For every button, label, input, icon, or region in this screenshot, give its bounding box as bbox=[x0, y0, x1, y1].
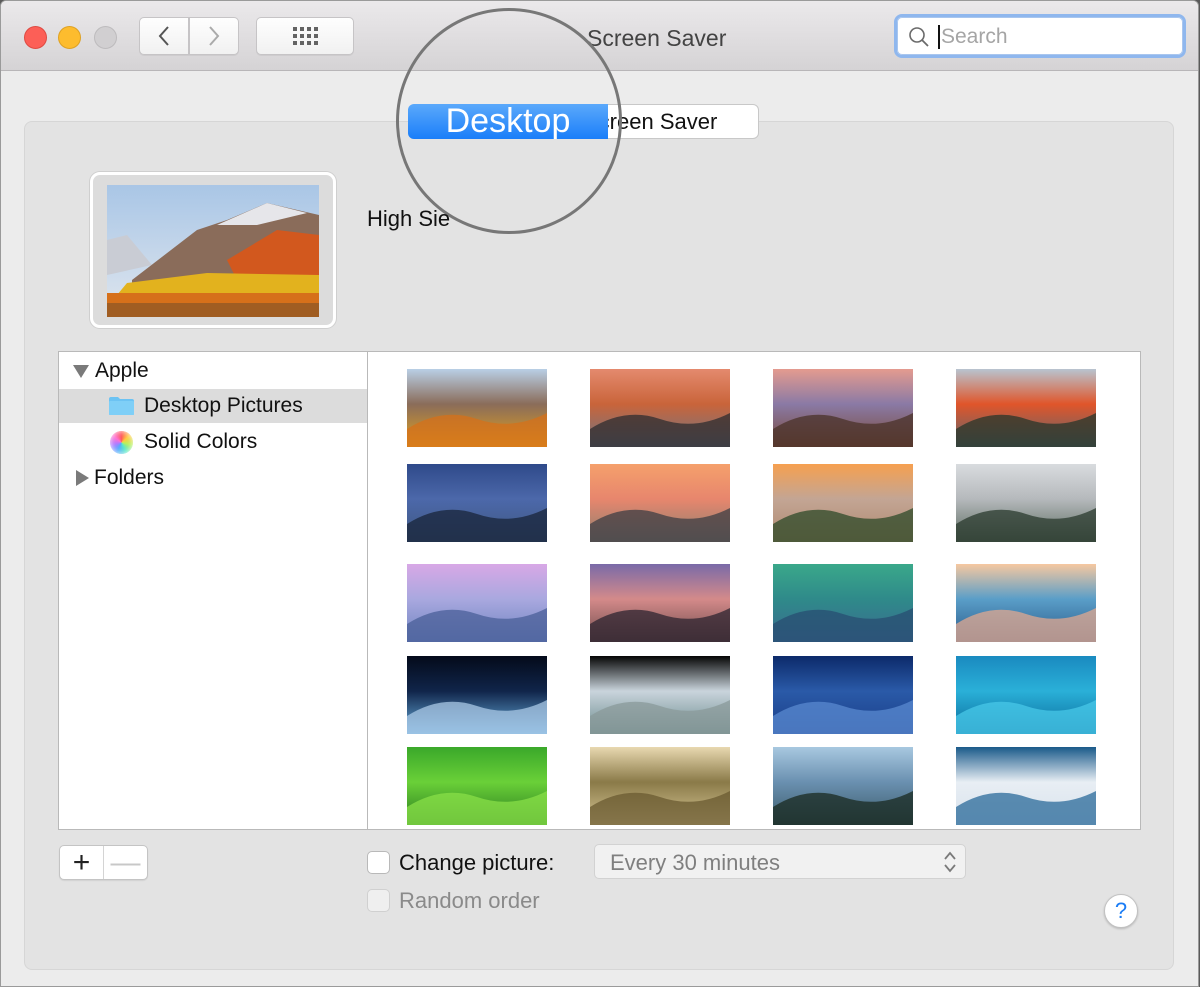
wallpaper-thumbnail[interactable]: Yosemite Sunset bbox=[590, 464, 730, 542]
add-folder-button[interactable]: + bbox=[60, 846, 104, 879]
search-input[interactable] bbox=[941, 21, 1171, 53]
sidebar-item-apple[interactable]: Apple bbox=[59, 354, 367, 388]
window-title: Screen Saver bbox=[587, 25, 727, 51]
forward-button[interactable] bbox=[189, 17, 239, 55]
show-all-button[interactable] bbox=[256, 17, 354, 55]
wallpaper-thumbnail[interactable]: Yosemite Fog bbox=[956, 464, 1096, 542]
wallpaper-name: High Sie bbox=[367, 206, 451, 231]
zoom-button bbox=[94, 26, 117, 49]
help-button[interactable]: ? bbox=[1104, 894, 1138, 928]
wallpaper-grid: High Sierra Sierra Sierra 2 El Capitan Yosem… bbox=[367, 351, 1141, 830]
sidebar-item-folders[interactable]: Folders bbox=[59, 461, 367, 495]
grid-icon bbox=[292, 27, 318, 45]
wallpaper-thumbnail[interactable]: Yosemite Lake bbox=[590, 564, 730, 642]
tab-control: Desktop Screen Saver bbox=[408, 102, 759, 140]
wallpaper-thumbnail[interactable]: Misty Hills bbox=[773, 747, 913, 825]
wallpaper-thumbnail[interactable]: Sierra bbox=[590, 369, 730, 447]
wallpaper-thumbnail[interactable]: Lagoon bbox=[956, 656, 1096, 734]
up-down-arrows-icon bbox=[944, 851, 956, 873]
interval-value: Every 30 minutes bbox=[610, 850, 780, 875]
source-list: Apple Desktop Pictures Solid Colors Fold… bbox=[58, 351, 368, 830]
wallpaper-thumbnail[interactable]: Rice Fields bbox=[407, 747, 547, 825]
add-remove-control: + — bbox=[59, 845, 148, 880]
wallpaper-thumbnail[interactable]: Earth Orbit bbox=[590, 656, 730, 734]
system-preferences-window: Screen Saver Desktop Screen Saver bbox=[0, 0, 1199, 987]
change-picture-checkbox[interactable] bbox=[367, 851, 390, 874]
current-wallpaper-preview bbox=[90, 172, 336, 328]
disclosure-collapsed-icon[interactable] bbox=[76, 470, 89, 486]
wallpaper-thumbnail[interactable]: El Capitan bbox=[956, 369, 1096, 447]
sidebar-item-label: Apple bbox=[95, 359, 149, 382]
sidebar-item-desktop-pictures[interactable]: Desktop Pictures bbox=[59, 389, 367, 423]
wallpaper-thumbnail[interactable]: Galaxy bbox=[773, 656, 913, 734]
tab-screen-saver-label: Screen Saver bbox=[608, 108, 718, 134]
preview-image bbox=[107, 185, 319, 317]
random-order-label: Random order bbox=[399, 888, 540, 913]
color-wheel-icon bbox=[110, 430, 133, 454]
sidebar-item-label: Folders bbox=[94, 466, 165, 489]
back-button[interactable] bbox=[139, 17, 189, 55]
random-order-checkbox[interactable] bbox=[367, 889, 390, 912]
remove-folder-button[interactable]: — bbox=[104, 846, 147, 879]
chevron-left-icon bbox=[158, 26, 169, 46]
wallpaper-thumbnail[interactable]: Yosemite Night bbox=[407, 464, 547, 542]
sidebar-item-label: Desktop Pictures bbox=[144, 394, 303, 417]
folder-icon bbox=[109, 397, 134, 415]
wallpaper-thumbnail[interactable]: Earth Horizon bbox=[407, 656, 547, 734]
search-field[interactable] bbox=[894, 14, 1186, 58]
wallpaper-thumbnail[interactable]: Yosemite Pink bbox=[407, 564, 547, 642]
text-caret bbox=[938, 25, 940, 49]
tab-desktop[interactable]: Desktop bbox=[408, 102, 608, 140]
wallpaper-thumbnail[interactable]: El Capitan 2 bbox=[773, 464, 913, 542]
tab-screen-saver[interactable]: Screen Saver bbox=[608, 104, 759, 139]
minimize-button[interactable] bbox=[58, 26, 81, 49]
disclosure-expanded-icon[interactable] bbox=[73, 364, 89, 378]
search-icon bbox=[909, 27, 929, 47]
wallpaper-thumbnail[interactable]: Wave 2 bbox=[956, 564, 1096, 642]
wallpaper-thumbnail[interactable]: Sierra 2 bbox=[773, 369, 913, 447]
wallpaper-thumbnail[interactable]: High Sierra bbox=[407, 369, 547, 447]
wallpaper-thumbnail[interactable]: Wave bbox=[773, 564, 913, 642]
close-button[interactable] bbox=[24, 26, 47, 49]
titlebar: Screen Saver bbox=[1, 1, 1198, 71]
sidebar-item-solid-colors[interactable]: Solid Colors bbox=[59, 425, 367, 459]
wallpaper-thumbnail[interactable]: Foggy Forest bbox=[590, 747, 730, 825]
change-interval-select[interactable]: Every 30 minutes bbox=[594, 844, 966, 879]
wallpaper-thumbnail[interactable]: Ice Floes bbox=[956, 747, 1096, 825]
sidebar-item-label: Solid Colors bbox=[144, 430, 258, 453]
tab-desktop-label: Desktop bbox=[445, 102, 571, 140]
change-picture-label: Change picture: bbox=[399, 850, 555, 875]
chevron-right-icon bbox=[209, 26, 220, 46]
